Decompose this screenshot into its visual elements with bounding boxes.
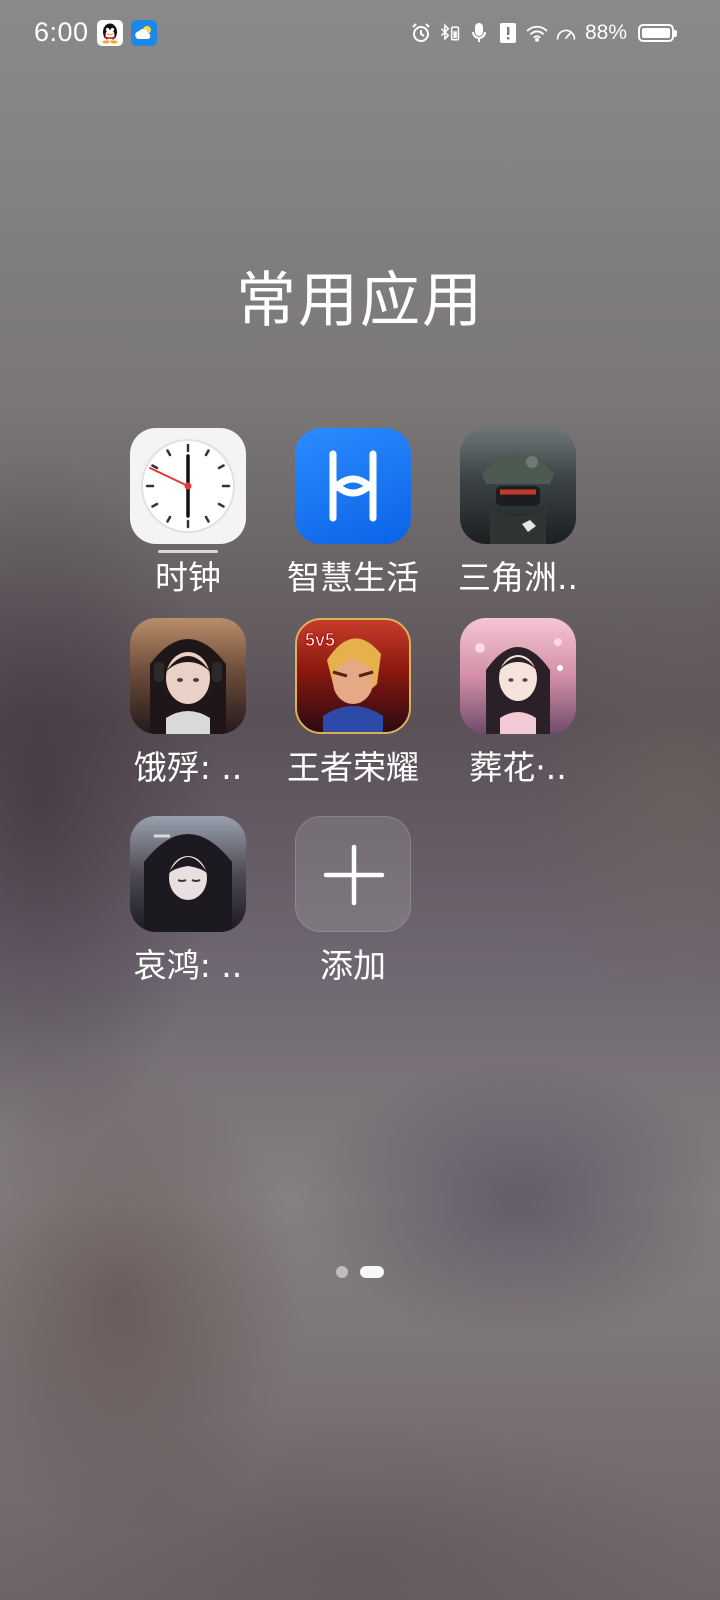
app-label: 添加 — [320, 946, 386, 985]
game-aihong-icon[interactable] — [130, 816, 246, 932]
app-honor-of-kings[interactable]: 5v5 王者荣耀 — [268, 618, 438, 788]
app-esu[interactable]: 饿殍: .. — [103, 618, 273, 788]
folder-title[interactable]: 常用应用 — [0, 252, 720, 339]
speed-icon — [555, 22, 577, 44]
running-indicator — [158, 550, 218, 553]
app-label: 饿殍: .. — [133, 748, 243, 787]
app-clock[interactable]: 时钟 — [103, 428, 273, 598]
app-zanghua[interactable]: 葬花·.. — [433, 618, 603, 788]
app-label: 智慧生活 — [287, 558, 419, 597]
page-indicator — [0, 1266, 720, 1278]
status-time: 6:00 — [34, 17, 89, 47]
wifi-icon — [526, 22, 548, 44]
hok-5v5-badge: 5v5 — [305, 630, 335, 650]
plus-icon[interactable] — [295, 816, 411, 932]
delta-force-game-icon[interactable] — [460, 428, 576, 544]
bluetooth-battery-icon — [439, 22, 461, 44]
system-status-icons: 88% — [410, 18, 677, 48]
qq-icon — [97, 20, 123, 46]
blurred-wallpaper — [0, 0, 720, 1600]
app-label: 时钟 — [155, 558, 221, 597]
app-aihong[interactable]: 哀鸿: .. — [103, 816, 273, 986]
microphone-icon — [468, 22, 490, 44]
page-dot-1[interactable] — [336, 1266, 348, 1278]
game-zanghua-icon[interactable] — [460, 618, 576, 734]
huawei-smart-life-icon[interactable] — [295, 428, 411, 544]
app-label: 葬花·.. — [469, 748, 567, 787]
weather-icon — [131, 20, 157, 46]
page-dot-2-active[interactable] — [360, 1266, 384, 1278]
app-smart-life[interactable]: 智慧生活 — [268, 428, 438, 598]
app-delta-force[interactable]: 三角洲.. — [433, 428, 603, 598]
add-app-button[interactable]: 添加 — [268, 816, 438, 986]
status-bar: 6:00 88% — [0, 0, 720, 70]
app-label: 三角洲.. — [458, 558, 578, 597]
battery-icon — [638, 24, 677, 42]
game-portrait-girl-icon[interactable] — [130, 618, 246, 734]
battery-percent: 88% — [584, 21, 627, 44]
honor-of-kings-icon[interactable]: 5v5 — [295, 618, 411, 734]
alarm-icon — [410, 22, 432, 44]
alert-icon — [497, 22, 519, 44]
app-label: 哀鸿: .. — [133, 946, 243, 985]
app-label: 王者荣耀 — [287, 748, 419, 787]
clock-icon[interactable] — [130, 428, 246, 544]
